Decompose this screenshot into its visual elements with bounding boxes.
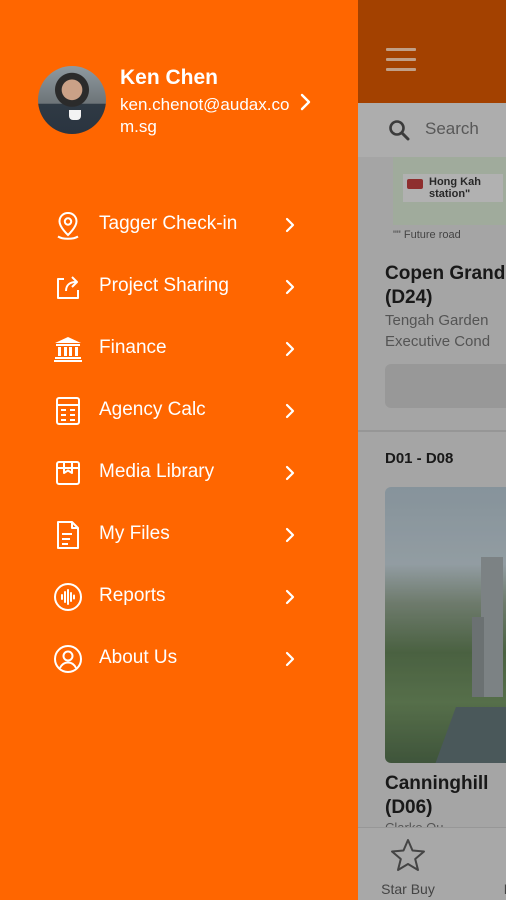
share-icon <box>52 271 84 303</box>
avatar <box>38 66 106 134</box>
media-box-icon <box>52 457 84 489</box>
calculator-icon <box>52 395 84 427</box>
profile-name: Ken Chen <box>120 66 219 89</box>
menu-item-project-sharing[interactable]: Project Sharing <box>0 257 358 319</box>
chevron-right-icon <box>284 464 296 482</box>
menu-item-label: Media Library <box>99 461 215 482</box>
menu-item-label: Tagger Check-in <box>99 213 238 234</box>
chevron-right-icon <box>284 650 296 668</box>
menu-item-label: Project Sharing <box>99 275 229 296</box>
profile-email: ken.chenot@audax.com.sg <box>120 95 290 136</box>
profile-header[interactable]: Ken Chen ken.chenot@audax.com.sg <box>38 66 328 146</box>
chevron-right-icon <box>284 402 296 420</box>
bank-icon <box>52 333 84 365</box>
chevron-right-icon <box>284 216 296 234</box>
menu-item-my-files[interactable]: My Files <box>0 505 358 567</box>
menu-item-tagger-check-in[interactable]: Tagger Check-in <box>0 195 358 257</box>
chevron-right-icon <box>284 526 296 544</box>
menu-item-agency-calc[interactable]: Agency Calc <box>0 381 358 443</box>
drawer-scrim[interactable] <box>358 0 506 900</box>
menu-item-label: My Files <box>99 523 170 544</box>
file-icon <box>52 519 84 551</box>
chevron-right-icon <box>284 278 296 296</box>
menu-item-label: Reports <box>99 585 166 606</box>
menu-item-label: About Us <box>99 647 178 668</box>
location-pin-icon <box>52 209 84 241</box>
menu-item-about-us[interactable]: About Us <box>0 629 358 691</box>
menu-item-media-library[interactable]: Media Library <box>0 443 358 505</box>
reports-icon <box>52 581 84 613</box>
menu-item-label: Agency Calc <box>99 399 206 420</box>
menu-item-reports[interactable]: Reports <box>0 567 358 629</box>
menu-item-finance[interactable]: Finance <box>0 319 358 381</box>
navigation-drawer: Ken Chen ken.chenot@audax.com.sg Tagger … <box>0 0 358 900</box>
chevron-right-icon <box>284 340 296 358</box>
menu-item-label: Finance <box>99 337 167 358</box>
chevron-right-icon <box>284 588 296 606</box>
chevron-right-icon <box>298 92 312 112</box>
user-circle-icon <box>52 643 84 675</box>
